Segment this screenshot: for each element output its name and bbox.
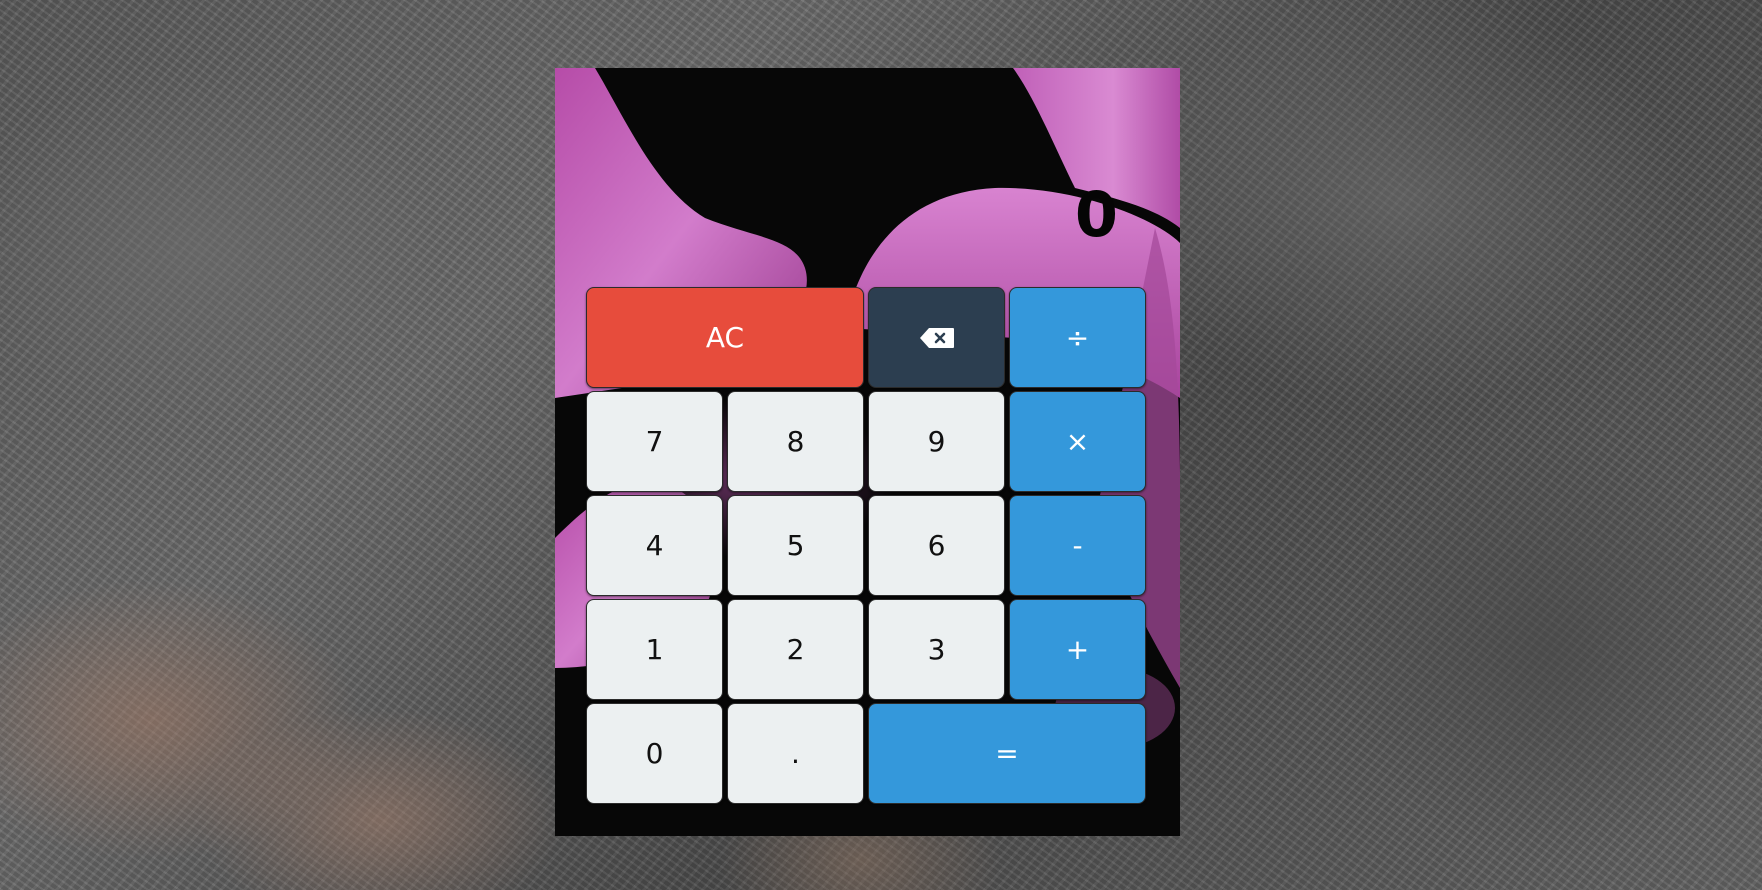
calculator-display: 0	[1074, 178, 1118, 251]
backspace-button[interactable]	[868, 287, 1005, 388]
subtract-button[interactable]: -	[1009, 495, 1146, 596]
digit-1-button[interactable]: 1	[586, 599, 723, 700]
digit-0-button[interactable]: 0	[586, 703, 723, 804]
equals-button[interactable]: =	[868, 703, 1146, 804]
digit-4-button[interactable]: 4	[586, 495, 723, 596]
divide-button[interactable]: ÷	[1009, 287, 1146, 388]
clear-button[interactable]: AC	[586, 287, 864, 388]
multiply-button[interactable]: ×	[1009, 391, 1146, 492]
add-button[interactable]: +	[1009, 599, 1146, 700]
keypad: AC ÷ 7 8 9 × 4 5 6 - 1 2 3 + 0 . =	[586, 287, 1146, 804]
digit-8-button[interactable]: 8	[727, 391, 864, 492]
digit-3-button[interactable]: 3	[868, 599, 1005, 700]
decimal-button[interactable]: .	[727, 703, 864, 804]
digit-7-button[interactable]: 7	[586, 391, 723, 492]
digit-2-button[interactable]: 2	[727, 599, 864, 700]
calculator-app: 0 AC ÷ 7 8 9 × 4 5 6 - 1 2 3 + 0 . =	[555, 68, 1180, 836]
backspace-icon	[919, 327, 954, 348]
digit-9-button[interactable]: 9	[868, 391, 1005, 492]
digit-6-button[interactable]: 6	[868, 495, 1005, 596]
digit-5-button[interactable]: 5	[727, 495, 864, 596]
